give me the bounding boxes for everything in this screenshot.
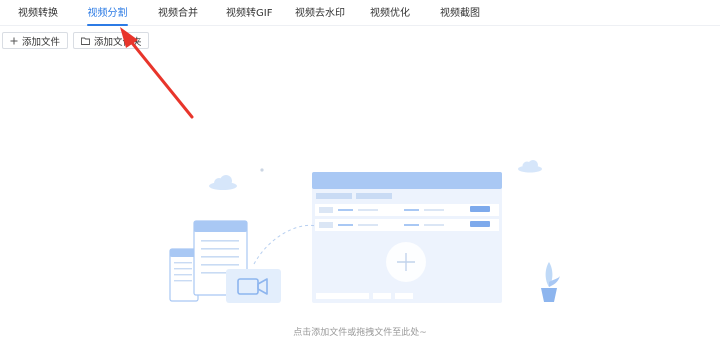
window-illustration — [312, 172, 502, 303]
drop-hint-text: 点击添加文件或拖拽文件至此处~ — [293, 328, 427, 338]
drop-zone-illustration — [169, 160, 560, 303]
video-camera-icon — [226, 269, 281, 303]
plant-icon — [541, 262, 560, 302]
